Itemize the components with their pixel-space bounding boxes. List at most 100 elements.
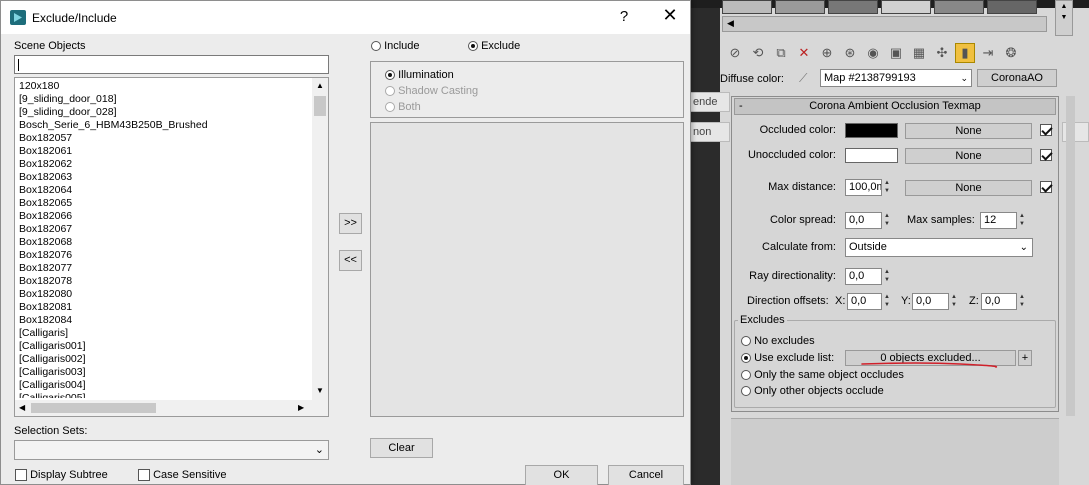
list-item[interactable]: Box182078 (16, 275, 312, 288)
sample-slot[interactable] (881, 0, 931, 14)
chevron-down-icon[interactable]: ⌄ (315, 443, 324, 456)
sample-slot[interactable] (987, 0, 1037, 14)
list-item[interactable]: Box182067 (16, 223, 312, 236)
offset-x-spinner[interactable]: ▲ ▼ (883, 293, 891, 310)
scroll-up-icon[interactable]: ▲ (316, 81, 324, 90)
reset-map-icon[interactable]: ✕ (794, 43, 814, 63)
list-item[interactable]: Box182066 (16, 210, 312, 223)
use-exclude-list-option[interactable]: Use exclude list: (741, 352, 834, 364)
offset-x-field[interactable]: 0,0 (847, 293, 882, 310)
list-item[interactable]: Box182068 (16, 236, 312, 249)
ok-button[interactable]: OK (525, 465, 598, 485)
ray-directionality-spinner[interactable]: ▲ ▼ (883, 268, 891, 285)
sample-slot[interactable] (775, 0, 825, 14)
shadow-casting-radio[interactable]: Shadow Casting (385, 85, 478, 97)
cancel-button[interactable]: Cancel (608, 465, 684, 485)
get-material-icon[interactable]: ⊘ (725, 43, 745, 63)
unoccluded-color-swatch[interactable] (845, 148, 898, 163)
list-item[interactable]: [Calligaris002] (16, 353, 312, 366)
list-item[interactable]: [Calligaris001] (16, 340, 312, 353)
max-distance-spinner[interactable]: ▲ ▼ (883, 179, 891, 196)
same-object-option[interactable]: Only the same object occludes (741, 369, 904, 381)
list-item[interactable]: Box182064 (16, 184, 312, 197)
excluded-objects-list[interactable] (370, 122, 684, 417)
offset-z-spinner[interactable]: ▲ ▼ (1018, 293, 1026, 310)
ray-directionality-field[interactable]: 0,0 (845, 268, 882, 285)
list-item[interactable]: Box182061 (16, 145, 312, 158)
case-sensitive-checkbox[interactable]: Case Sensitive (138, 469, 226, 482)
calculate-from-dropdown[interactable]: Outside ⌄ (845, 238, 1033, 257)
list-item[interactable]: Box182080 (16, 288, 312, 301)
go-forward-sibling-icon[interactable]: ⇥ (978, 43, 998, 63)
offset-y-spinner[interactable]: ▲ ▼ (950, 293, 958, 310)
both-radio[interactable]: Both (385, 101, 421, 113)
list-item[interactable]: [Calligaris005] (16, 392, 312, 398)
list-item[interactable]: Box182084 (16, 314, 312, 327)
offset-y-field[interactable]: 0,0 (912, 293, 949, 310)
scene-objects-list[interactable]: 120x180 [9_sliding_door_018] [9_sliding_do… (14, 77, 329, 417)
list-vertical-scrollbar[interactable]: ▲ ▼ (312, 78, 328, 400)
go-to-parent-icon[interactable]: ▮ (955, 43, 975, 63)
list-item[interactable]: Box182057 (16, 132, 312, 145)
add-exclude-button[interactable]: + (1018, 350, 1032, 366)
occluded-map-button[interactable]: None (905, 123, 1032, 139)
scroll-left-icon[interactable]: ◀ (19, 403, 25, 412)
occluded-color-swatch[interactable] (845, 123, 898, 138)
sample-slot[interactable] (934, 0, 984, 14)
max-distance-map-button[interactable]: None (905, 180, 1032, 196)
sample-slot-scrollbar[interactable]: ◀ (722, 16, 1047, 32)
scene-objects-search-input[interactable] (14, 55, 329, 74)
put-to-scene-icon[interactable]: ⟲ (748, 43, 768, 63)
list-horizontal-scrollbar[interactable]: ◀ ▶ (15, 400, 328, 416)
color-spread-spinner[interactable]: ▲ ▼ (883, 212, 891, 229)
display-subtree-checkbox[interactable]: Display Subtree (15, 469, 108, 482)
clear-button[interactable]: Clear (370, 438, 433, 458)
remove-from-list-button[interactable]: << (339, 250, 362, 271)
assign-material-icon[interactable]: ⧉ (771, 43, 791, 63)
eyedropper-icon[interactable]: ⟋ (799, 71, 807, 86)
close-button[interactable]: ✕ (659, 5, 681, 26)
list-item[interactable]: Box182077 (16, 262, 312, 275)
list-item[interactable]: Box182081 (16, 301, 312, 314)
sample-slot[interactable] (828, 0, 878, 14)
add-to-list-button[interactable]: >> (339, 213, 362, 234)
make-unique-icon[interactable]: ⊛ (840, 43, 860, 63)
scroll-thumb[interactable] (314, 96, 326, 116)
put-to-library-icon[interactable]: ◉ (863, 43, 883, 63)
list-item[interactable]: Box182063 (16, 171, 312, 184)
illumination-radio[interactable]: Illumination (385, 69, 454, 81)
rollout-collapse-toggle[interactable]: - (739, 99, 743, 114)
selection-sets-dropdown[interactable]: ⌄ (14, 440, 329, 460)
side-scroll-arrows[interactable]: ▲ ▼ (1055, 0, 1073, 36)
panel-scrollbar[interactable] (1066, 96, 1075, 416)
scroll-right-icon[interactable]: ▶ (298, 403, 304, 412)
other-objects-option[interactable]: Only other objects occlude (741, 385, 884, 397)
exclude-radio[interactable]: Exclude (468, 40, 520, 52)
scroll-down-icon[interactable]: ▼ (316, 386, 324, 395)
chevron-down-icon[interactable]: ⌄ (960, 70, 968, 86)
rollout-header[interactable]: - Corona Ambient Occlusion Texmap (734, 98, 1056, 115)
show-end-result-icon[interactable]: ✣ (932, 43, 952, 63)
include-radio[interactable]: Include (371, 40, 420, 52)
help-button[interactable]: ? (615, 8, 633, 25)
occluded-map-checkbox[interactable] (1040, 124, 1052, 137)
unoccluded-map-button[interactable]: None (905, 148, 1032, 164)
list-item[interactable]: Box182076 (16, 249, 312, 262)
scroll-left-icon[interactable]: ◀ (727, 18, 734, 29)
max-distance-field[interactable]: 100,0m (845, 179, 882, 196)
show-map-icon[interactable]: ▦ (909, 43, 929, 63)
material-id-icon[interactable]: ▣ (886, 43, 906, 63)
list-item[interactable]: [9_sliding_door_028] (16, 106, 312, 119)
unoccluded-map-checkbox[interactable] (1040, 149, 1052, 162)
pick-material-icon[interactable]: ❂ (1001, 43, 1021, 63)
sample-slot[interactable] (722, 0, 772, 14)
no-excludes-option[interactable]: No excludes (741, 335, 815, 347)
max-distance-map-checkbox[interactable] (1040, 181, 1052, 194)
map-name-field[interactable]: Map #2138799193 ⌄ (820, 69, 972, 87)
hscroll-thumb[interactable] (31, 403, 156, 413)
max-samples-field[interactable]: 12 (980, 212, 1017, 229)
list-item[interactable]: [Calligaris003] (16, 366, 312, 379)
max-samples-spinner[interactable]: ▲ ▼ (1018, 212, 1026, 229)
offset-z-field[interactable]: 0,0 (981, 293, 1017, 310)
list-item[interactable]: [Calligaris004] (16, 379, 312, 392)
